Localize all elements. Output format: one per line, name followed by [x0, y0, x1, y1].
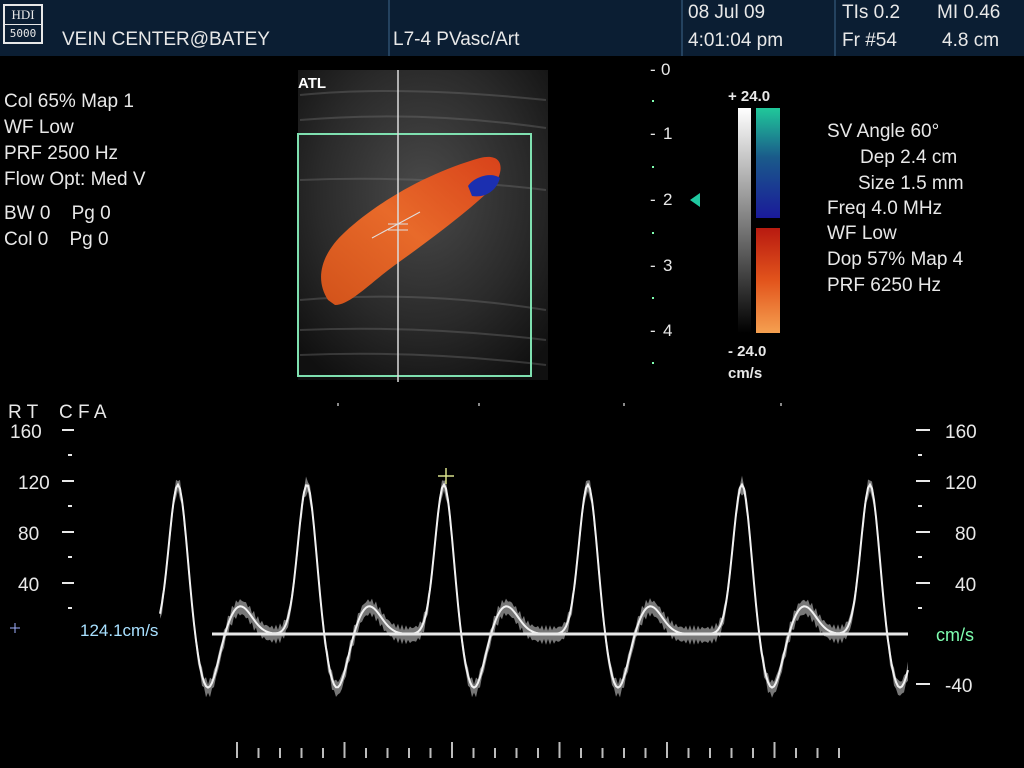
time-scale	[236, 742, 840, 758]
velocity-label: 160	[945, 422, 977, 443]
velocity-label: 120	[945, 473, 977, 494]
depth-label: 2	[663, 190, 672, 209]
caliper-origin-icon	[10, 623, 20, 633]
spectral-waveform	[159, 475, 909, 698]
atl-label: ATL	[298, 75, 326, 92]
velocity-ticks-left	[62, 429, 74, 609]
depth-tick: -	[650, 321, 656, 340]
color-scale-unit: cm/s	[728, 365, 762, 382]
vessel-label: R T C F A	[8, 402, 107, 423]
color-scale-max: + 24.0	[728, 88, 770, 105]
velocity-readout: 124.1cm/s	[80, 621, 158, 640]
depth-label: 1	[663, 124, 672, 143]
color-bar-positive	[756, 108, 780, 218]
depth-label: 3	[663, 256, 672, 275]
velocity-scale-left: 160 120 80 40	[10, 422, 50, 596]
depth-label: 0	[661, 60, 670, 79]
velocity-label: 120	[18, 473, 50, 494]
waveform-envelope	[160, 475, 908, 698]
velocity-ticks-right	[916, 429, 930, 685]
depth-tick: -	[650, 190, 656, 209]
velocity-caliper[interactable]	[438, 468, 454, 484]
spectral-unit: cm/s	[936, 625, 974, 645]
velocity-label: 80	[18, 524, 39, 545]
velocity-label: -40	[945, 676, 972, 697]
ultrasound-display: ATL - 0 - 1 - 2 - 3 - 4 + 24.0 - 24.0 cm…	[8, 60, 977, 758]
depth-label: 4	[663, 321, 672, 340]
depth-tick: -	[650, 60, 656, 79]
color-scale-min: - 24.0	[728, 343, 766, 360]
velocity-label: 40	[18, 575, 39, 596]
velocity-scale-right: 160 120 80 40 -40	[945, 422, 977, 697]
depth-tick: -	[650, 124, 656, 143]
waveform-trace	[159, 482, 909, 689]
velocity-label: 160	[10, 422, 42, 443]
velocity-label: 80	[955, 524, 976, 545]
color-bar-negative	[756, 228, 780, 333]
depth-tick: -	[650, 256, 656, 275]
focal-zone-marker[interactable]	[690, 193, 700, 207]
grayscale-bar	[738, 108, 751, 333]
sweep-markers	[337, 403, 782, 406]
velocity-label: 40	[955, 575, 976, 596]
